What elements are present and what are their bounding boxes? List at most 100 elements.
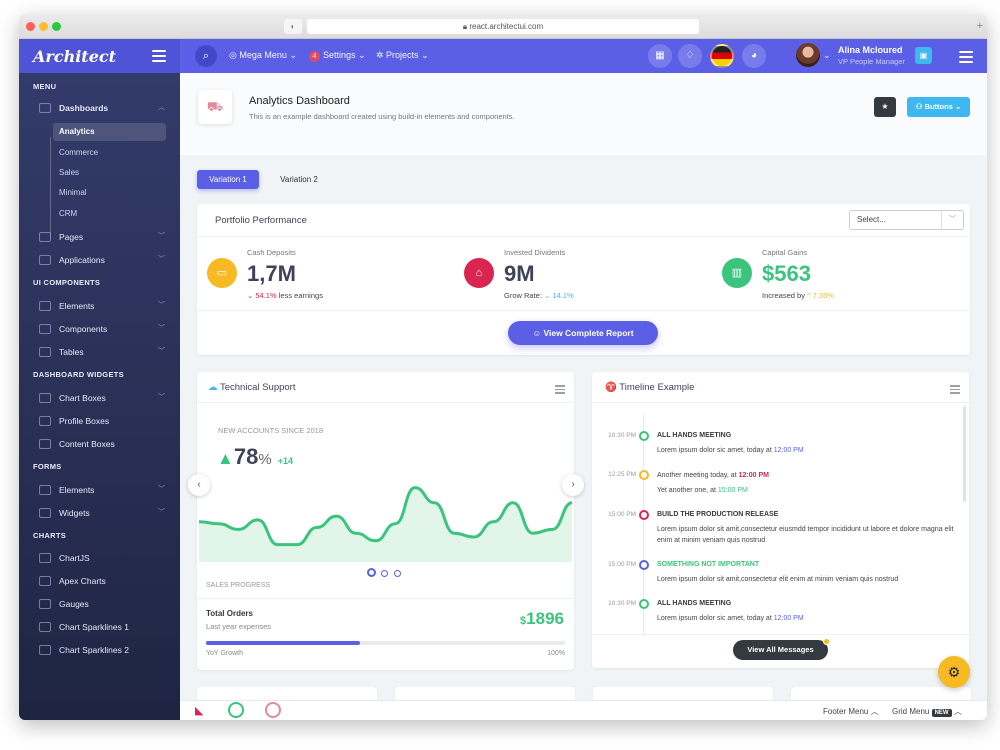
graduation-cap-icon: ⌂ bbox=[464, 258, 494, 288]
maximize-dot[interactable] bbox=[52, 22, 61, 31]
chevron-down-icon: ﹀ bbox=[158, 486, 165, 493]
settings-badge: 4 bbox=[309, 51, 320, 62]
close-dot[interactable] bbox=[26, 22, 35, 31]
book-icon: ▥ bbox=[722, 258, 752, 288]
sidebar-item-label: Chart Sparklines 2 bbox=[59, 645, 129, 655]
timeline-text: Lorem ipsum dolor sic amet, today at 12:… bbox=[657, 613, 962, 624]
kpi-note: less earnings bbox=[278, 291, 323, 300]
timeline-text-part: Yet another one, at bbox=[657, 487, 718, 494]
megaphone-icon[interactable]: ◣ bbox=[195, 704, 203, 717]
sidebar-item-forms-elements[interactable]: Elements ﹀ bbox=[39, 481, 165, 499]
sales-area-chart bbox=[199, 486, 572, 562]
sidebar-item-components[interactable]: Components ﹀ bbox=[39, 320, 165, 338]
sidebar-item-widgets[interactable]: Widgets ﹀ bbox=[39, 504, 165, 522]
sidebar-item-label: Pages bbox=[59, 232, 84, 242]
calendar-icon[interactable]: ▣ bbox=[915, 47, 932, 64]
mega-menu-link[interactable]: ◎ Mega Menu ⌄ bbox=[229, 50, 297, 61]
sidebar-item-sparklines-1[interactable]: Chart Sparklines 1 bbox=[39, 618, 165, 636]
search-icon[interactable]: ⌕ bbox=[195, 45, 217, 67]
carousel-next-button[interactable]: › bbox=[562, 474, 584, 496]
chevron-down-icon[interactable]: ⌄ bbox=[823, 50, 831, 61]
star-button[interactable]: ★ bbox=[874, 97, 896, 117]
timeline-time: 15:00 PM bbox=[608, 511, 636, 518]
divider bbox=[592, 634, 969, 635]
sidebar-item-chartjs[interactable]: ChartJS bbox=[39, 549, 165, 567]
carousel-dot-active[interactable] bbox=[367, 568, 376, 577]
cocktail-icon: ♈ bbox=[605, 382, 620, 393]
sidebar-item-pages[interactable]: Pages ﹀ bbox=[39, 228, 165, 246]
sidebar-item-content-boxes[interactable]: Content Boxes bbox=[39, 435, 165, 453]
sidebar-subitem-crm[interactable]: CRM bbox=[53, 205, 166, 223]
divider bbox=[197, 402, 574, 403]
tab-variation-2[interactable]: Variation 2 bbox=[269, 170, 329, 189]
sidebar-item-sparklines-2[interactable]: Chart Sparklines 2 bbox=[39, 641, 165, 659]
settings-link[interactable]: 4 Settings ⌄ bbox=[309, 50, 366, 62]
portfolio-select[interactable]: Select... ﹀ bbox=[849, 210, 964, 230]
new-tab-icon[interactable]: + bbox=[977, 20, 983, 32]
menu-icon[interactable] bbox=[959, 51, 973, 66]
sidebar-item-gauges[interactable]: Gauges bbox=[39, 595, 165, 613]
chevron-up-icon: ︿ bbox=[158, 104, 165, 111]
german-flag-icon[interactable] bbox=[710, 44, 734, 68]
carousel-dot[interactable] bbox=[394, 570, 401, 577]
url-bar[interactable]: 🔒︎ react.architectui.com bbox=[307, 19, 699, 34]
sidebar-subitem-analytics[interactable]: Analytics bbox=[53, 123, 166, 141]
card-menu-icon[interactable] bbox=[950, 385, 960, 396]
sidebar-item-profile-boxes[interactable]: Profile Boxes bbox=[39, 412, 165, 430]
sidebar-item-tables[interactable]: Tables ﹀ bbox=[39, 343, 165, 361]
sidebar-item-dashboards[interactable]: Dashboards ︿ bbox=[39, 99, 165, 117]
timeline-text: Lorem ipsum dolor sit amit,consectetur e… bbox=[657, 576, 899, 583]
bell-icon[interactable]: ♢ bbox=[678, 44, 702, 68]
sidebar-item-elements[interactable]: Elements ﹀ bbox=[39, 297, 165, 315]
sidebar-item-label: Apex Charts bbox=[59, 576, 106, 586]
portfolio-card: Portfolio Performance Select... ﹀ ▭ Cash … bbox=[197, 204, 970, 355]
chevron-down-icon: ﹀ bbox=[158, 233, 165, 240]
tab-variation-1[interactable]: Variation 1 bbox=[197, 170, 259, 189]
sidebar-item-applications[interactable]: Applications ﹀ bbox=[39, 251, 165, 269]
app-logo[interactable]: Architect bbox=[19, 39, 180, 73]
divider bbox=[197, 236, 970, 237]
timeline-heading: BUILD THE PRODUCTION RELEASE bbox=[657, 511, 779, 518]
car-icon bbox=[39, 324, 51, 334]
timeline-heading: ALL HANDS MEETING bbox=[657, 600, 732, 607]
footer-bar: ◣ Footer Menu ︿ Grid Menu NEW ︿ bbox=[180, 700, 987, 720]
projects-link[interactable]: ✲ Projects ⌄ bbox=[376, 50, 429, 61]
privacy-icon[interactable]: ◐ bbox=[284, 19, 302, 34]
notification-dot bbox=[823, 638, 830, 645]
kpi-label: Invested Dividents bbox=[504, 248, 566, 257]
view-report-button[interactable]: ☺ View Complete Report bbox=[508, 321, 658, 345]
sidebar-subitem-commerce[interactable]: Commerce bbox=[53, 144, 166, 162]
buttons-dropdown[interactable]: ⚇ Buttons ⌄ bbox=[907, 97, 970, 117]
settings-label: Settings bbox=[323, 50, 356, 60]
bars-icon bbox=[39, 645, 51, 655]
sidebar-header-charts: CHARTS bbox=[33, 531, 67, 540]
timeline-link[interactable]: 12:00 PM bbox=[774, 447, 804, 454]
bolt-icon bbox=[39, 599, 51, 609]
user-name: Alina Mcloured bbox=[838, 45, 903, 55]
pie-chart-icon[interactable] bbox=[265, 702, 281, 718]
chevron-down-icon: ﹀ bbox=[158, 325, 165, 332]
view-all-messages-button[interactable]: View All Messages bbox=[733, 640, 828, 660]
sidebar-subitem-sales[interactable]: Sales bbox=[53, 164, 166, 182]
timeline-link[interactable]: 12:00 PM bbox=[774, 615, 804, 622]
avatar[interactable] bbox=[796, 43, 820, 67]
carousel-prev-button[interactable]: ‹ bbox=[188, 474, 210, 496]
sidebar-subitem-minimal[interactable]: Minimal bbox=[53, 184, 166, 202]
activity-icon[interactable]: ◕ bbox=[742, 44, 766, 68]
timeline-time-highlight: 12:00 PM bbox=[738, 472, 769, 479]
grid-icon[interactable]: ▦ bbox=[648, 44, 672, 68]
grid-menu-link[interactable]: Grid Menu NEW ︿ bbox=[892, 706, 962, 717]
kpi-value: 9M bbox=[504, 261, 535, 286]
card-menu-icon[interactable] bbox=[555, 385, 565, 396]
minimize-dot[interactable] bbox=[39, 22, 48, 31]
carousel-dot[interactable] bbox=[381, 570, 388, 577]
globe-icon[interactable] bbox=[228, 702, 244, 718]
settings-gear-button[interactable]: ⚙ bbox=[938, 656, 970, 688]
footer-menu-link[interactable]: Footer Menu ︿ bbox=[823, 706, 879, 717]
sidebar-item-chart-boxes[interactable]: Chart Boxes ﹀ bbox=[39, 389, 165, 407]
kpi-sub: ⌄ 54.1% less earnings bbox=[247, 291, 323, 300]
sidebar-header-menu: MENU bbox=[33, 82, 57, 91]
sidebar-toggle-icon[interactable] bbox=[152, 50, 166, 65]
scrollbar[interactable] bbox=[963, 406, 966, 502]
sidebar-item-apex-charts[interactable]: Apex Charts bbox=[39, 572, 165, 590]
